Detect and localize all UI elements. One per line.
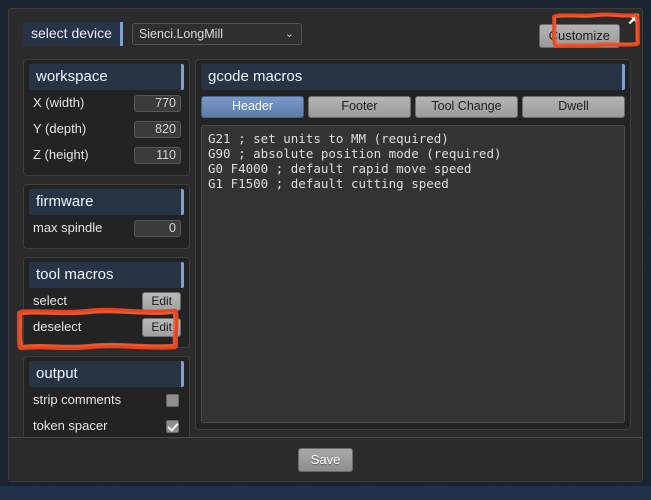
workspace-row-z: Z (height) 110 xyxy=(29,142,184,168)
device-select-value: Sienci.LongMill xyxy=(138,27,224,41)
row-label: deselect xyxy=(33,319,82,334)
device-select[interactable]: Sienci.LongMill ⌄ xyxy=(131,23,302,45)
workspace-panel: workspace X (width) 770 Y (depth) 820 Z … xyxy=(23,59,190,176)
strip-comments-checkbox[interactable] xyxy=(166,393,179,407)
settings-column: workspace X (width) 770 Y (depth) 820 Z … xyxy=(23,59,190,438)
gcode-macros-panel: gcode macros Header Footer Tool Change D… xyxy=(195,59,631,430)
tab-dwell[interactable]: Dwell xyxy=(522,96,625,118)
tab-tool-change[interactable]: Tool Change xyxy=(415,96,518,118)
gcode-macros-title: gcode macros xyxy=(201,64,625,90)
row-label: X (width) xyxy=(33,95,85,110)
tool-macros-panel: tool macros select Edit deselect Edit xyxy=(23,257,190,348)
screen: ✕ select device Sienci.LongMill ⌄ Custom… xyxy=(0,0,651,500)
tab-footer[interactable]: Footer xyxy=(308,96,411,118)
output-panel: output strip comments token spacer enabl… xyxy=(23,356,190,438)
modal-body: select device Sienci.LongMill ⌄ Customiz… xyxy=(9,9,642,438)
row-label: max spindle xyxy=(33,220,103,235)
row-label: Z (height) xyxy=(33,147,89,162)
close-icon[interactable]: ✕ xyxy=(625,11,643,29)
tool-macros-row-deselect: deselect Edit xyxy=(29,314,184,340)
device-settings-modal: ✕ select device Sienci.LongMill ⌄ Custom… xyxy=(8,8,643,482)
z-height-input[interactable]: 110 xyxy=(134,146,181,164)
select-device-label: select device xyxy=(23,22,123,46)
chevron-down-icon: ⌄ xyxy=(284,28,294,40)
x-width-input[interactable]: 770 xyxy=(134,94,181,112)
tool-macros-panel-title: tool macros xyxy=(29,262,184,288)
gcode-editor[interactable]: G21 ; set units to MM (required) G90 ; a… xyxy=(201,125,625,423)
page-background-strip xyxy=(0,486,651,500)
firmware-panel: firmware max spindle 0 xyxy=(23,184,190,249)
tab-header[interactable]: Header xyxy=(201,96,304,118)
row-label: select xyxy=(33,293,67,308)
workspace-row-y: Y (depth) 820 xyxy=(29,116,184,142)
customize-button[interactable]: Customize xyxy=(538,24,620,48)
row-label: strip comments xyxy=(33,392,122,407)
edit-select-macro-button[interactable]: Edit xyxy=(142,291,181,311)
save-button[interactable]: Save xyxy=(297,447,354,472)
modal-footer: Save xyxy=(9,437,642,481)
tool-macros-row-select: select Edit xyxy=(29,288,184,314)
firmware-panel-title: firmware xyxy=(29,189,184,215)
max-spindle-input[interactable]: 0 xyxy=(134,219,181,237)
output-row-token-spacer: token spacer xyxy=(29,413,184,438)
y-depth-input[interactable]: 820 xyxy=(134,120,181,138)
workspace-panel-title: workspace xyxy=(29,64,184,90)
firmware-row-max-spindle: max spindle 0 xyxy=(29,215,184,241)
output-panel-title: output xyxy=(29,361,184,387)
workspace-row-x: X (width) 770 xyxy=(29,90,184,116)
row-label: Y (depth) xyxy=(33,121,87,136)
macro-tabs: Header Footer Tool Change Dwell xyxy=(201,96,625,118)
output-row-strip-comments: strip comments xyxy=(29,387,184,413)
edit-deselect-macro-button[interactable]: Edit xyxy=(142,317,181,337)
macros-column: gcode macros Header Footer Tool Change D… xyxy=(195,59,631,430)
token-spacer-checkbox[interactable] xyxy=(166,419,179,433)
device-selector-bar: select device Sienci.LongMill ⌄ xyxy=(23,22,302,46)
row-label: token spacer xyxy=(33,418,108,433)
